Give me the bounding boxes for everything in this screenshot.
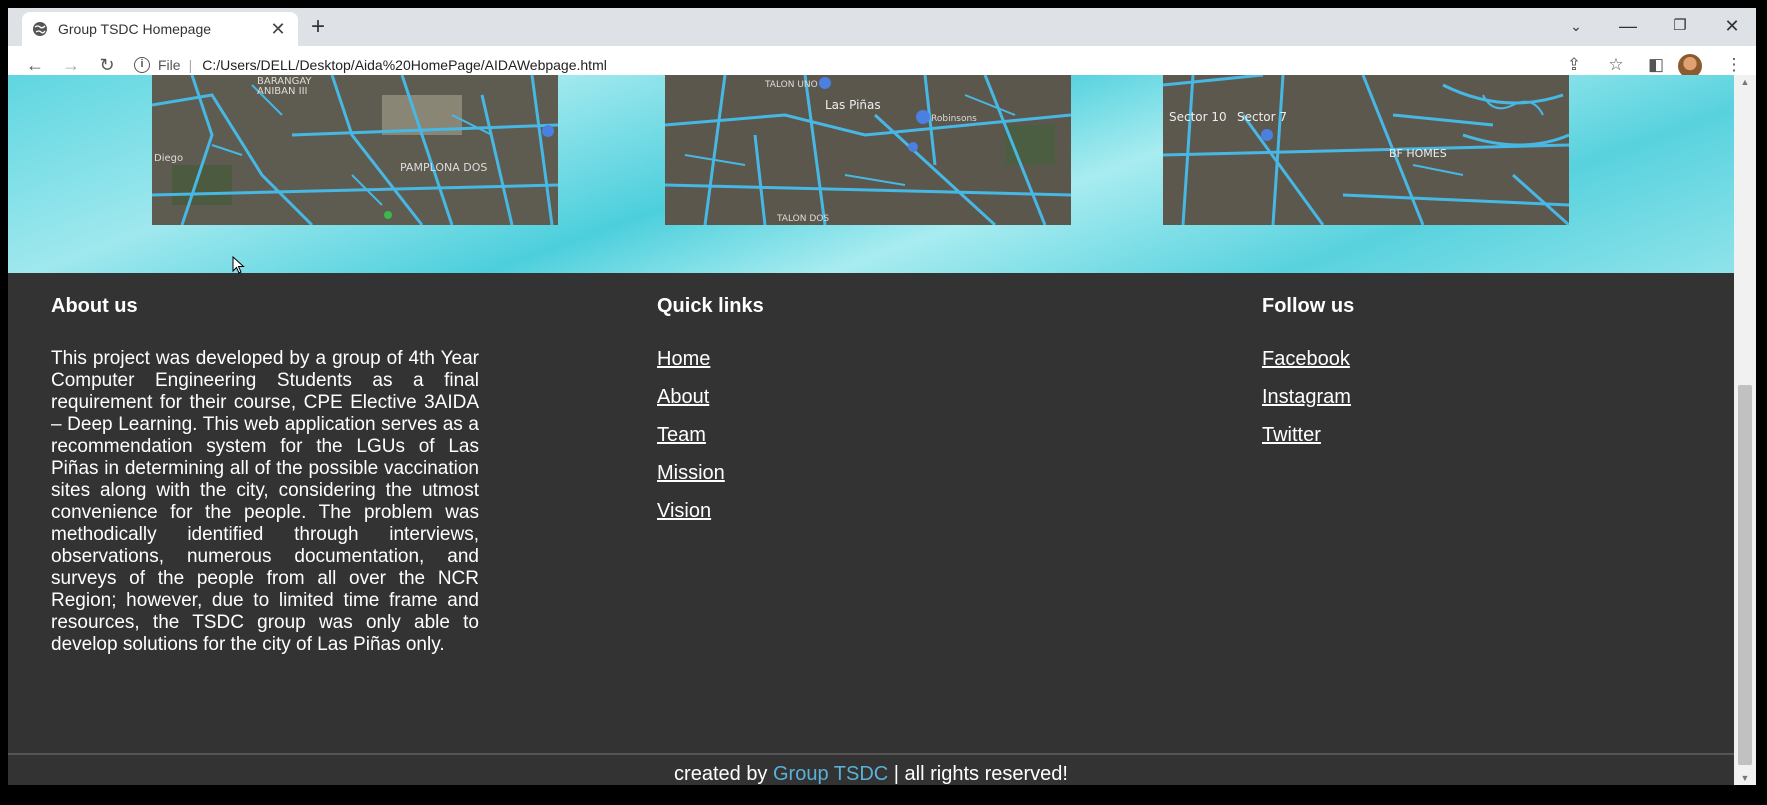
- site-info-icon[interactable]: i: [134, 57, 150, 73]
- scroll-down-arrow-icon[interactable]: ▼: [1734, 773, 1756, 783]
- page-viewport: BARANGAY ANIBAN III PAMPLONA DOS Diego T…: [8, 75, 1734, 785]
- map-image: TALON UNO Las Piñas Robinsons TALON DOS: [665, 75, 1071, 225]
- footer-credits: created by Group TSDC | all rights reser…: [8, 763, 1734, 785]
- map-label: Sector 10: [1169, 110, 1227, 124]
- map-image: BARANGAY ANIBAN III PAMPLONA DOS Diego: [152, 75, 558, 225]
- map-label: Diego: [154, 153, 183, 164]
- about-text: This project was developed by a group of…: [51, 348, 479, 655]
- about-column: About us This project was developed by a…: [51, 295, 479, 656]
- map-label: PAMPLONA DOS: [400, 161, 487, 174]
- bookmark-star-icon[interactable]: ☆: [1604, 53, 1628, 77]
- globe-icon: [33, 22, 47, 36]
- footer-link-mission[interactable]: Mission: [657, 462, 764, 485]
- map-section: BARANGAY ANIBAN III PAMPLONA DOS Diego T…: [8, 75, 1734, 273]
- map-label: Sector 7: [1237, 110, 1287, 124]
- site-footer: About us This project was developed by a…: [8, 273, 1734, 785]
- about-heading: About us: [51, 295, 138, 317]
- social-link-twitter[interactable]: Twitter: [1262, 424, 1354, 447]
- vertical-scrollbar[interactable]: ▲ ▼: [1734, 75, 1756, 785]
- credits-suffix: | all rights reserved!: [888, 763, 1068, 785]
- map-image: Sector 10 Sector 7 BF HOMES: [1163, 75, 1569, 225]
- credits-brand: Group TSDC: [773, 763, 889, 785]
- follow-heading: Follow us: [1262, 295, 1355, 317]
- map-label: Las Piñas: [825, 98, 881, 112]
- social-link-instagram[interactable]: Instagram: [1262, 386, 1354, 409]
- close-tab-icon[interactable]: ✕: [268, 19, 288, 40]
- scrollbar-thumb[interactable]: [1738, 385, 1752, 765]
- footer-link-about[interactable]: About: [657, 386, 764, 409]
- scheme-separator: |: [188, 57, 193, 73]
- footer-link-team[interactable]: Team: [657, 424, 764, 447]
- scheme-label: File: [158, 57, 181, 73]
- browser-window: Group TSDC Homepage ✕ + ⌄ — ❐ ✕ ← → ↻ i …: [8, 8, 1756, 785]
- quick-links-column: Quick links Home About Team Mission Visi…: [657, 295, 764, 538]
- share-icon[interactable]: ⇪: [1562, 53, 1586, 77]
- footer-divider: [8, 753, 1734, 755]
- mouse-cursor-icon: [232, 256, 245, 274]
- social-link-facebook[interactable]: Facebook: [1262, 348, 1354, 371]
- tab-strip: Group TSDC Homepage ✕ + ⌄ — ❐ ✕: [8, 8, 1756, 46]
- new-tab-button[interactable]: +: [304, 14, 332, 42]
- quick-links-heading: Quick links: [657, 295, 764, 317]
- browser-tab[interactable]: Group TSDC Homepage ✕: [22, 12, 298, 46]
- tab-search-icon[interactable]: ⌄: [1556, 12, 1596, 40]
- credits-prefix: created by: [674, 763, 773, 785]
- map-label: TALON UNO: [764, 80, 818, 90]
- footer-link-vision[interactable]: Vision: [657, 500, 764, 523]
- map-label: BF HOMES: [1389, 147, 1447, 160]
- follow-column: Follow us Facebook Instagram Twitter: [1262, 295, 1354, 462]
- close-window-button[interactable]: ✕: [1712, 12, 1752, 40]
- side-panel-icon[interactable]: ◧: [1644, 53, 1668, 77]
- url-text[interactable]: C:/Users/DELL/Desktop/Aida%20HomePage/AI…: [202, 57, 607, 73]
- map-label: Robinsons: [931, 114, 977, 124]
- footer-link-home[interactable]: Home: [657, 348, 764, 371]
- tab-title: Group TSDC Homepage: [58, 21, 212, 37]
- map-label: ANIBAN III: [257, 86, 307, 97]
- map-label: TALON DOS: [776, 214, 829, 224]
- minimize-button[interactable]: —: [1608, 12, 1648, 40]
- menu-kebab-icon[interactable]: ⋮: [1722, 53, 1746, 77]
- scroll-up-arrow-icon[interactable]: ▲: [1734, 77, 1756, 87]
- restore-button[interactable]: ❐: [1660, 12, 1700, 40]
